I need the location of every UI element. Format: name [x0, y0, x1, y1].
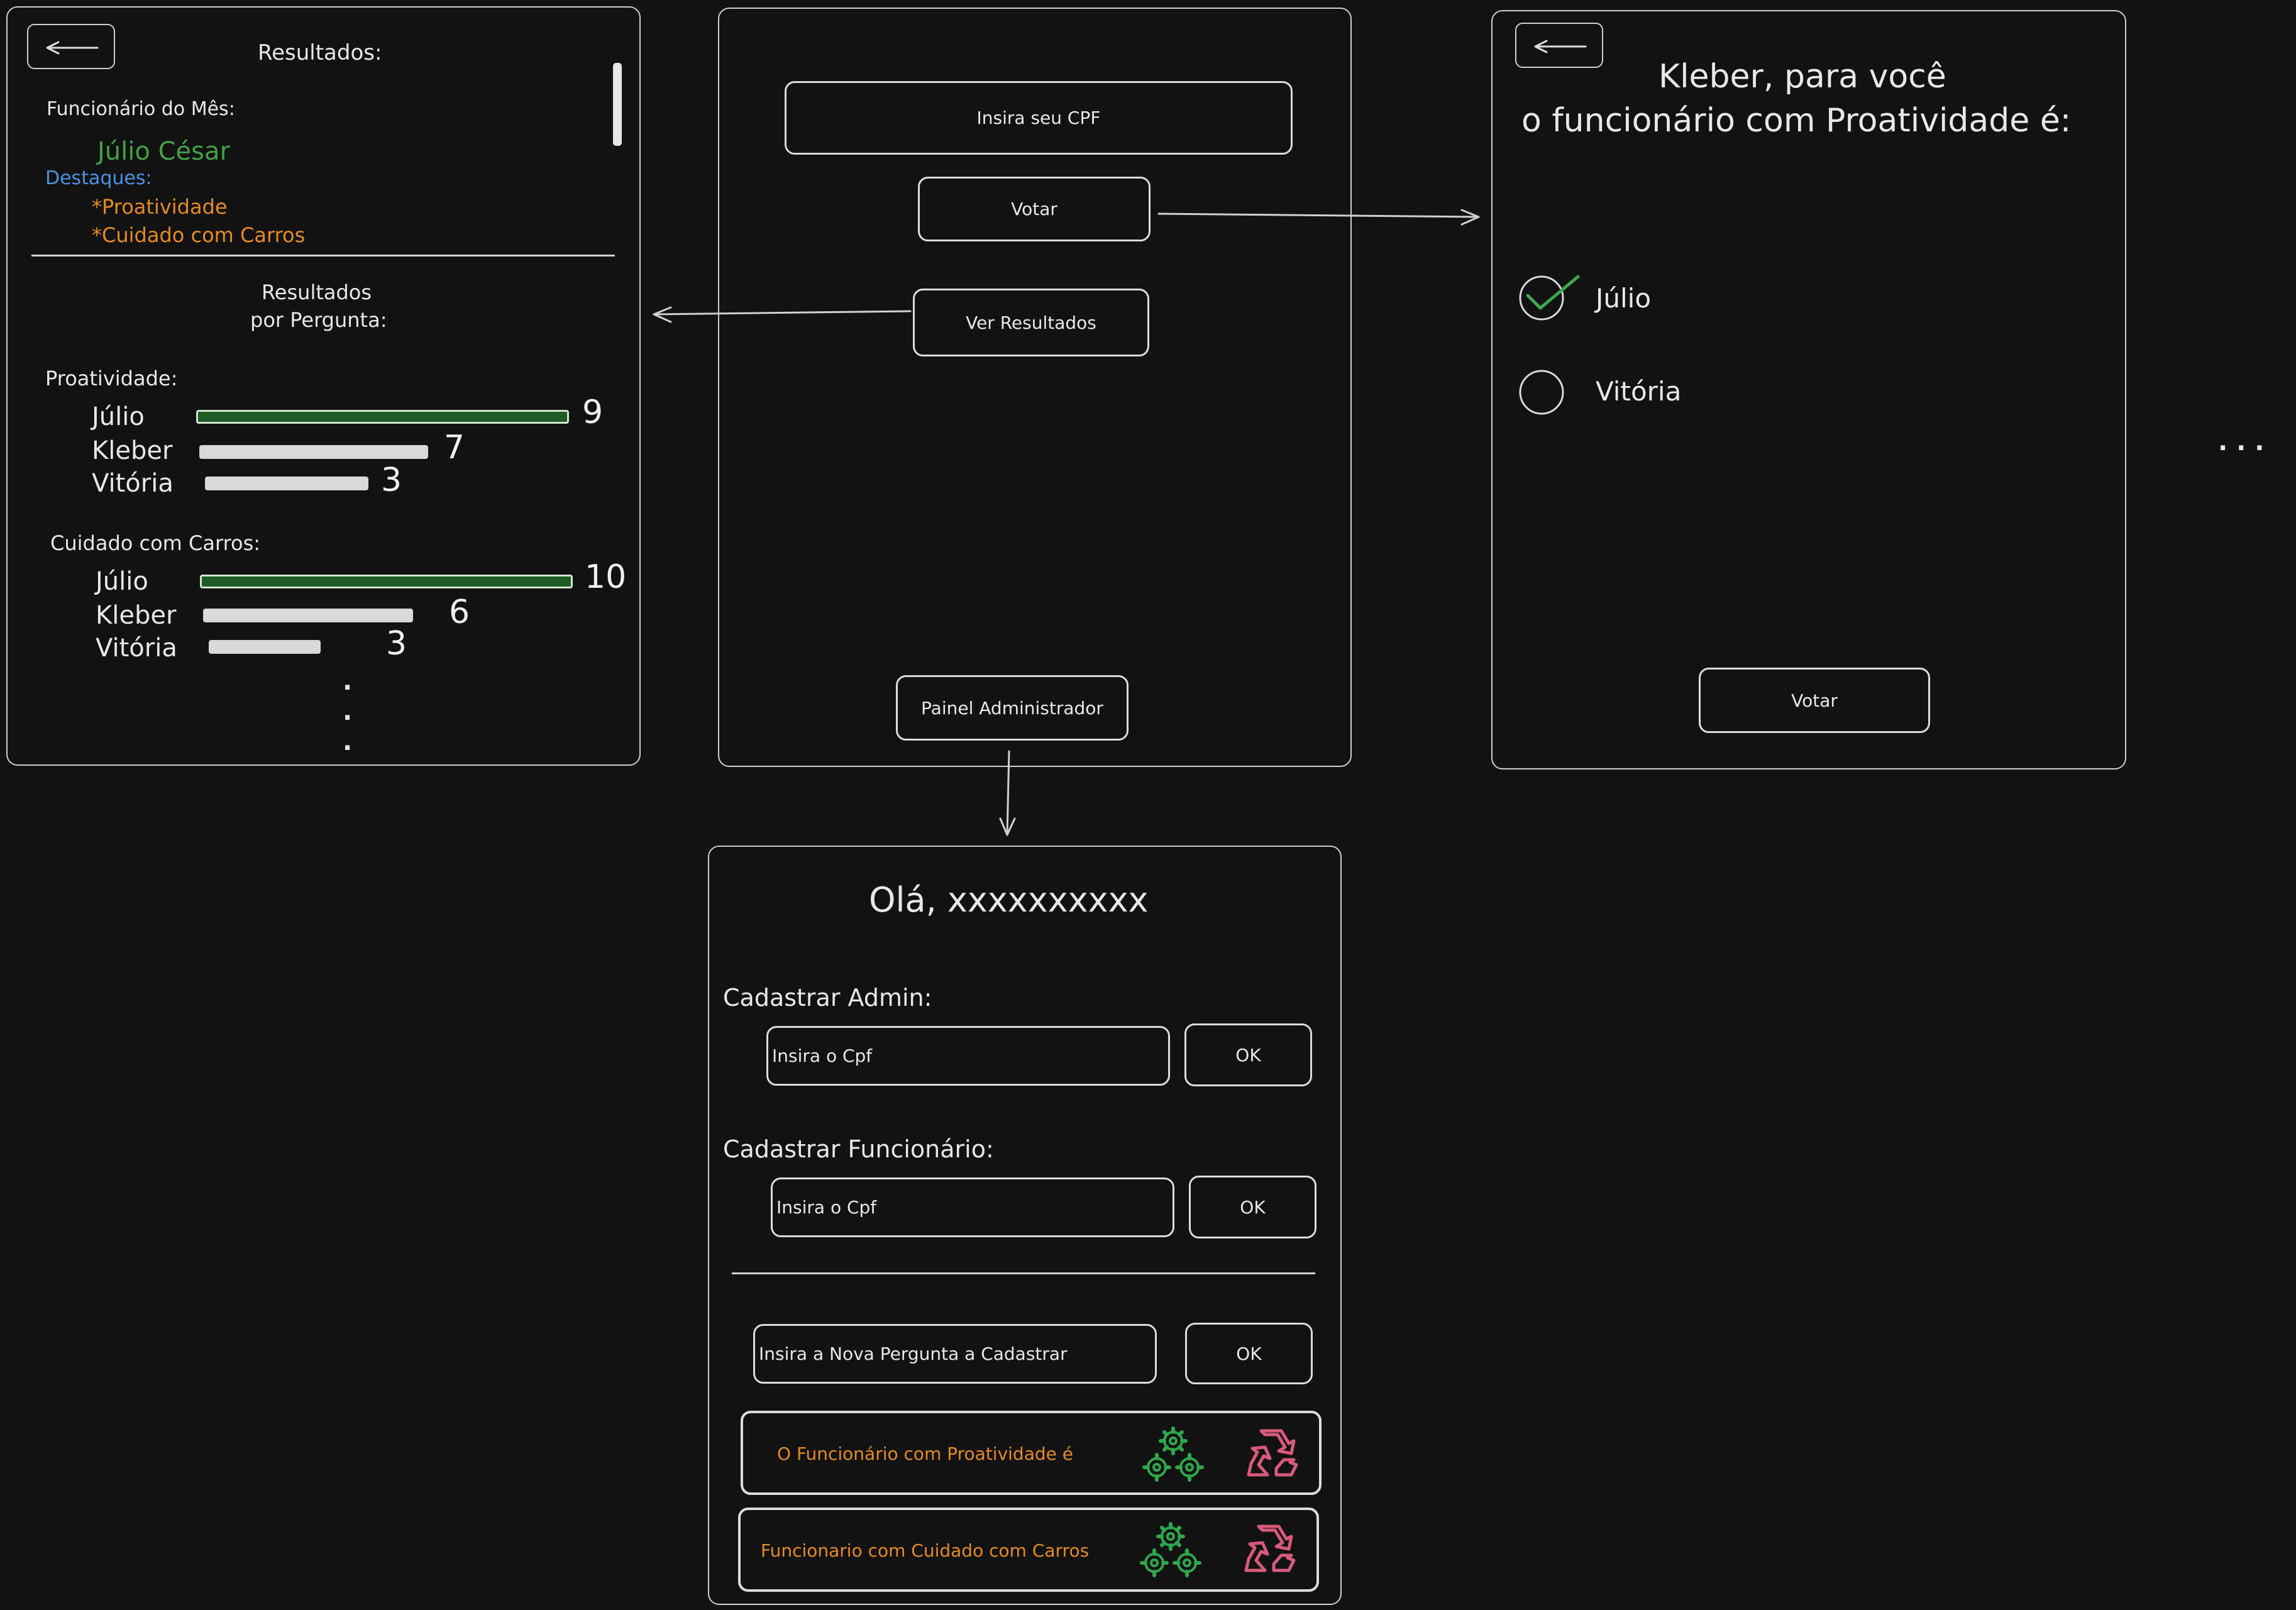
question-text: Funcionario com Cuidado com Carros — [761, 1540, 1090, 1561]
employee-of-month-name: Júlio César — [97, 137, 230, 166]
result-bar — [200, 575, 573, 588]
per-question-title: por Pergunta: — [250, 308, 387, 332]
results-title: Resultados: — [258, 40, 382, 65]
register-employee-ok-button[interactable]: OK — [1189, 1176, 1316, 1238]
register-employee-input[interactable]: Insira o Cpf — [771, 1177, 1174, 1237]
vote-button[interactable]: Votar — [918, 177, 1151, 241]
result-value: 3 — [381, 461, 402, 499]
admin-greeting: Olá, xxxxxxxxxx — [869, 880, 1149, 920]
more-screens-ellipsis: . . . — [2218, 427, 2265, 456]
divider — [732, 1272, 1315, 1274]
highlight-item: *Proatividade — [92, 195, 228, 219]
bar-row-label: Júlio — [96, 567, 148, 596]
back-button[interactable] — [27, 24, 115, 69]
bar-row-label: Kleber — [92, 436, 173, 465]
highlights-label: Destaques: — [45, 167, 152, 189]
new-question-ok-button[interactable]: OK — [1185, 1323, 1313, 1384]
question-label: Proatividade: — [45, 367, 178, 390]
question-text: O Funcionário com Proatividade é — [777, 1443, 1073, 1464]
register-admin-ok-button[interactable]: OK — [1184, 1023, 1312, 1086]
radio-label: Vitória — [1596, 376, 1682, 407]
result-value: 3 — [386, 625, 407, 663]
result-bar — [196, 410, 569, 424]
bar-row-label: Vitória — [96, 634, 177, 663]
back-arrow-icon — [46, 41, 99, 55]
question-item: Funcionario com Cuidado com Carros — [738, 1508, 1319, 1592]
result-bar — [209, 640, 321, 654]
more-results-ellipsis: . . . — [343, 667, 353, 756]
recycle-icon[interactable] — [1240, 1423, 1303, 1486]
bar-row-label: Júlio — [92, 402, 145, 431]
back-button[interactable] — [1515, 23, 1603, 68]
radio-option[interactable]: Júlio — [1518, 270, 1706, 321]
register-employee-label: Cadastrar Funcionário: — [723, 1135, 994, 1163]
vote-heading: o funcionário com Proatividade é: — [1521, 102, 2072, 140]
radio-checked[interactable] — [1518, 270, 1587, 321]
question-item: O Funcionário com Proatividade é — [741, 1411, 1322, 1495]
register-admin-input[interactable]: Insira o Cpf — [766, 1026, 1170, 1086]
bar-row-label: Vitória — [92, 469, 174, 498]
cpf-input[interactable]: Insira seu CPF — [785, 81, 1293, 155]
divider — [31, 255, 615, 256]
result-value: 7 — [444, 429, 465, 466]
per-question-title: Resultados — [262, 280, 372, 304]
vote-heading: Kleber, para você — [1659, 58, 1946, 96]
view-results-button[interactable]: Ver Resultados — [913, 289, 1149, 356]
recycle-icon[interactable] — [1237, 1519, 1300, 1582]
result-bar — [203, 609, 413, 622]
radio-label: Júlio — [1596, 283, 1652, 314]
admin-panel-button[interactable]: Painel Administrador — [896, 675, 1129, 741]
result-value: 9 — [582, 394, 604, 431]
highlight-item: *Cuidado com Carros — [92, 223, 306, 247]
result-value: 10 — [585, 558, 627, 596]
gears-icon[interactable] — [1137, 1519, 1206, 1582]
scrollbar[interactable] — [613, 63, 622, 146]
new-question-input[interactable]: Insira a Nova Pergunta a Cadastrar — [753, 1324, 1157, 1384]
result-bar — [205, 477, 368, 490]
employee-of-month-label: Funcionário do Mês: — [47, 98, 235, 120]
register-admin-label: Cadastrar Admin: — [723, 984, 932, 1012]
question-label: Cuidado com Carros: — [50, 531, 261, 555]
radio-option[interactable]: Vitória — [1518, 367, 1706, 417]
back-arrow-icon — [1534, 40, 1587, 53]
bar-row-label: Kleber — [96, 601, 177, 630]
check-icon — [1526, 275, 1580, 310]
result-value: 6 — [449, 593, 470, 631]
submit-vote-button[interactable]: Votar — [1699, 668, 1930, 733]
gears-icon[interactable] — [1139, 1423, 1208, 1486]
radio-unchecked[interactable] — [1518, 367, 1568, 417]
result-bar — [199, 445, 428, 459]
